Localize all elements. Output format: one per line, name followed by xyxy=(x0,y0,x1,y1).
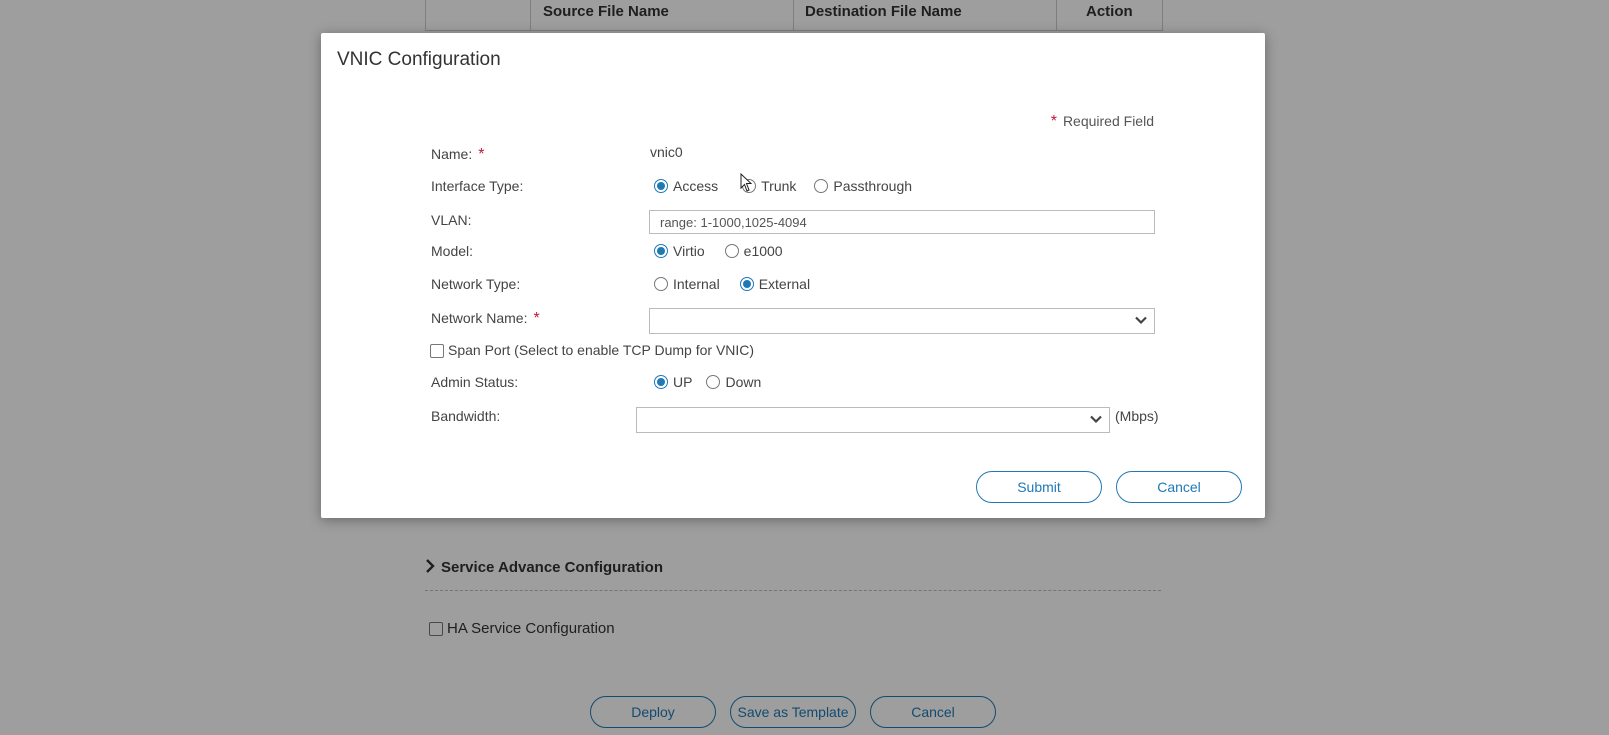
radio-internal[interactable]: Internal xyxy=(654,276,720,292)
network-name-label-text: Network Name: xyxy=(431,310,528,326)
required-field-note: * Required Field xyxy=(1051,113,1154,131)
network-name-select[interactable] xyxy=(649,308,1155,334)
radio-selected-icon xyxy=(654,244,668,258)
radio-e1000[interactable]: e1000 xyxy=(724,243,783,259)
chevron-down-icon xyxy=(1135,316,1147,325)
name-required-star: * xyxy=(478,146,485,163)
dialog-title: VNIC Configuration xyxy=(337,49,501,70)
model-radios: Virtio e1000 xyxy=(654,243,797,259)
name-label: Name: * xyxy=(431,146,484,164)
span-port-checkbox[interactable] xyxy=(430,344,444,358)
vnic-configuration-dialog: VNIC Configuration * Required Field Name:… xyxy=(321,33,1265,518)
name-value: vnic0 xyxy=(650,144,683,160)
radio-empty-icon xyxy=(706,375,721,389)
radio-selected-icon xyxy=(654,375,668,389)
radio-access-label: Access xyxy=(673,178,719,194)
radio-up[interactable]: UP xyxy=(654,374,692,390)
radio-external-label: External xyxy=(758,276,811,292)
cancel-button[interactable]: Cancel xyxy=(1116,471,1242,503)
vlan-input[interactable] xyxy=(649,210,1155,234)
interface-type-label: Interface Type: xyxy=(431,178,524,194)
radio-e1000-label: e1000 xyxy=(743,243,783,259)
radio-external[interactable]: External xyxy=(739,276,811,292)
name-label-text: Name: xyxy=(431,146,473,162)
admin-status-radios: UP Down xyxy=(654,374,775,390)
radio-passthrough[interactable]: Passthrough xyxy=(814,178,912,194)
admin-status-label: Admin Status: xyxy=(431,374,519,390)
network-name-required-star: * xyxy=(533,310,540,327)
model-label: Model: xyxy=(431,243,474,259)
radio-empty-icon xyxy=(814,179,829,193)
radio-trunk-label: Trunk xyxy=(761,178,797,194)
submit-button[interactable]: Submit xyxy=(976,471,1102,503)
radio-empty-icon xyxy=(724,244,739,258)
bandwidth-unit: (Mbps) xyxy=(1115,408,1159,424)
radio-down[interactable]: Down xyxy=(706,374,761,390)
radio-virtio[interactable]: Virtio xyxy=(654,243,705,259)
vlan-label: VLAN: xyxy=(431,212,472,228)
radio-up-label: UP xyxy=(673,374,693,390)
network-type-label: Network Type: xyxy=(431,276,521,292)
bandwidth-label: Bandwidth: xyxy=(431,408,501,424)
radio-down-label: Down xyxy=(725,374,762,390)
radio-internal-label: Internal xyxy=(673,276,720,292)
mouse-pointer-icon xyxy=(740,173,753,192)
span-port-label: Span Port (Select to enable TCP Dump for… xyxy=(448,342,755,358)
radio-selected-icon xyxy=(654,179,668,193)
radio-passthrough-label: Passthrough xyxy=(833,178,913,194)
radio-empty-icon xyxy=(654,277,668,291)
network-name-label: Network Name: * xyxy=(431,310,540,328)
chevron-down-icon xyxy=(1090,415,1102,424)
required-field-text: Required Field xyxy=(1062,113,1154,129)
required-star: * xyxy=(1050,113,1057,130)
radio-access[interactable]: Access xyxy=(654,178,718,194)
radio-virtio-label: Virtio xyxy=(673,243,705,259)
radio-selected-icon xyxy=(739,277,754,291)
network-type-radios: Internal External xyxy=(654,276,824,292)
interface-type-radios: Access Trunk Passthrough xyxy=(654,178,926,194)
bandwidth-select[interactable] xyxy=(636,407,1110,433)
